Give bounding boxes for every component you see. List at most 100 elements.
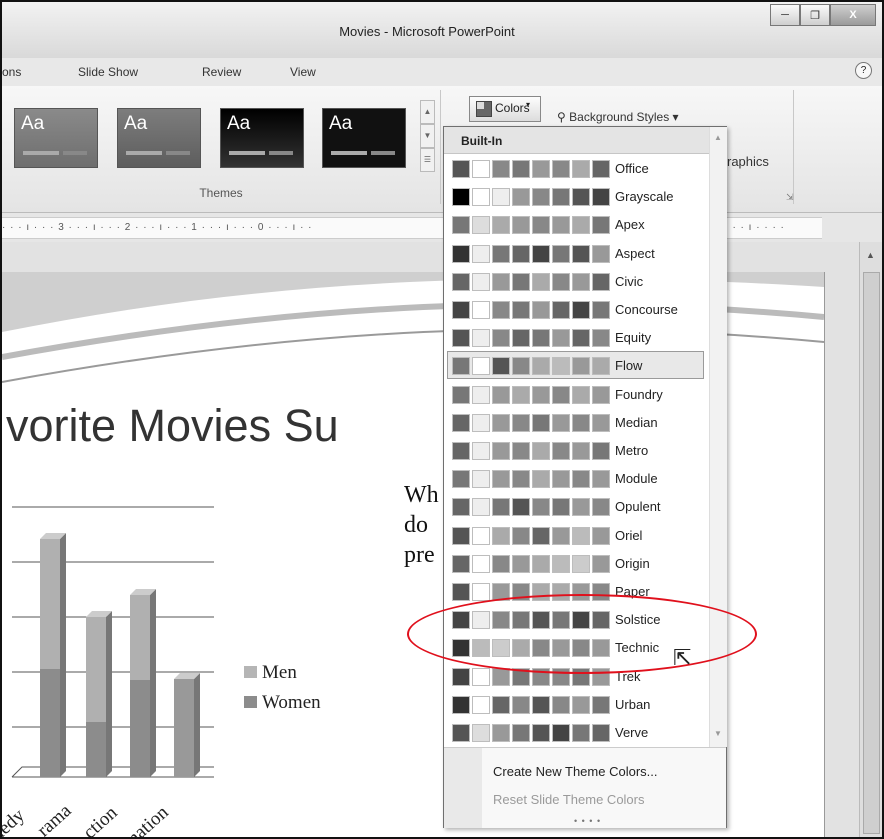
theme-colors-item-verve[interactable]: Verve [448, 719, 703, 745]
theme-colors-item-civic[interactable]: Civic [448, 268, 703, 294]
theme-colors-item-metro[interactable]: Metro [448, 437, 703, 463]
color-swatches [452, 498, 610, 517]
color-swatch [492, 160, 510, 178]
color-swatch [512, 470, 530, 489]
color-swatch [452, 357, 470, 376]
color-swatch [532, 442, 550, 460]
scroll-up-icon[interactable]: ▲ [866, 250, 875, 260]
theme-colors-item-concourse[interactable]: Concourse [448, 296, 703, 322]
bar-chart[interactable] [2, 477, 232, 807]
help-icon[interactable]: ? [855, 62, 872, 79]
theme-colors-item-opulent[interactable]: Opulent [448, 493, 703, 519]
color-swatch [592, 160, 610, 178]
close-button[interactable]: X [830, 4, 876, 26]
theme-colors-item-aspect[interactable]: Aspect [448, 240, 703, 266]
color-swatch [472, 583, 490, 601]
hide-background-graphics-label[interactable]: raphics [727, 154, 769, 169]
minimize-button[interactable]: ─ [770, 4, 800, 26]
color-swatches [452, 160, 610, 178]
color-swatch [552, 442, 570, 460]
color-swatch [472, 413, 490, 432]
color-swatches [452, 442, 610, 460]
theme-thumbnail-1[interactable]: Aa [14, 108, 98, 168]
color-swatch [472, 272, 490, 291]
color-swatch [512, 272, 530, 291]
tab-animations[interactable]: ons [2, 65, 21, 79]
theme-thumbnail-2[interactable]: Aa [117, 108, 201, 168]
theme-thumbnail-4[interactable]: Aa [322, 108, 406, 168]
tab-slide-show[interactable]: Slide Show [78, 65, 138, 79]
color-swatch [492, 498, 510, 517]
theme-colors-item-urban[interactable]: Urban [448, 691, 703, 717]
themes-gallery-scroll[interactable]: ▲ ▼ ☰ [420, 100, 435, 172]
colors-button[interactable]: Colors ▾ [469, 96, 541, 122]
color-swatch [472, 216, 490, 235]
color-swatch [512, 357, 530, 376]
color-swatch [492, 695, 510, 714]
restore-button[interactable]: ❐ [800, 4, 830, 26]
vertical-scrollbar[interactable]: ▲ [859, 242, 882, 837]
theme-colors-item-module[interactable]: Module [448, 465, 703, 491]
scroll-down-icon[interactable]: ▼ [714, 729, 722, 738]
theme-colors-name: Concourse [615, 302, 678, 317]
theme-colors-item-oriel[interactable]: Oriel [448, 522, 703, 548]
color-swatch [592, 244, 610, 263]
theme-colors-item-grayscale[interactable]: Grayscale [448, 183, 703, 209]
color-swatch [572, 470, 590, 489]
color-swatch [452, 244, 470, 263]
color-swatch [552, 160, 570, 178]
slide-body-text[interactable]: Wh do pre [404, 480, 439, 570]
color-swatch [572, 498, 590, 517]
background-styles-button[interactable]: ⚲ Background Styles ▾ [557, 110, 679, 124]
color-swatch [552, 188, 570, 207]
color-swatch [532, 470, 550, 489]
red-annotation-ellipse [407, 594, 757, 674]
color-swatch [452, 470, 470, 489]
color-swatch [532, 160, 550, 178]
color-swatch [452, 667, 470, 686]
create-new-theme-colors-item[interactable]: Create New Theme Colors... [493, 764, 658, 779]
color-swatch [492, 470, 510, 489]
theme-colors-name: Module [615, 471, 658, 487]
reset-slide-theme-colors-item[interactable]: Reset Slide Theme Colors [493, 792, 645, 807]
color-swatch [592, 724, 610, 742]
theme-colors-item-origin[interactable]: Origin [448, 550, 703, 576]
color-swatch [532, 272, 550, 291]
color-swatch [492, 301, 510, 319]
theme-colors-item-equity[interactable]: Equity [448, 324, 703, 350]
theme-colors-item-apex[interactable]: Apex [448, 211, 703, 237]
more-icon[interactable]: ☰ [420, 148, 435, 172]
theme-thumbnail-3[interactable]: Aa [220, 108, 304, 168]
color-swatch [592, 413, 610, 432]
theme-colors-item-flow[interactable]: Flow [447, 351, 704, 380]
resize-grip[interactable]: • • • • [574, 816, 601, 826]
color-swatch [572, 413, 590, 432]
window-controls: ─ ❐ X [770, 4, 876, 26]
theme-colors-item-office[interactable]: Office [448, 155, 703, 181]
scroll-up-icon[interactable]: ▲ [714, 133, 722, 142]
theme-colors-item-foundry[interactable]: Foundry [448, 381, 703, 407]
color-swatch [552, 554, 570, 573]
tab-view[interactable]: View [290, 65, 316, 79]
theme-colors-item-median[interactable]: Median [448, 409, 703, 435]
color-swatch [512, 442, 530, 460]
ribbon-design: Aa Aa Aa Aa ▲ ▼ ☰ Themes Colors ▾ ⚲ Back… [2, 86, 882, 213]
slide-title[interactable]: vorite Movies Su [6, 400, 339, 452]
chevron-down-icon[interactable]: ▼ [420, 124, 435, 148]
scrollbar-thumb[interactable] [863, 272, 880, 834]
category-label: nation [123, 801, 173, 839]
color-swatch [492, 272, 510, 291]
chevron-up-icon[interactable]: ▲ [420, 100, 435, 124]
color-swatch [512, 498, 530, 517]
color-swatch [532, 216, 550, 235]
color-swatch [572, 272, 590, 291]
tab-review[interactable]: Review [202, 65, 241, 79]
theme-colors-name: Grayscale [615, 189, 674, 205]
theme-colors-name: Verve [615, 725, 649, 740]
color-swatches [452, 188, 610, 207]
dialog-launcher-icon[interactable]: ⇲ [786, 192, 794, 203]
color-swatch [592, 498, 610, 517]
color-swatch [452, 329, 470, 348]
color-swatches [452, 413, 610, 432]
color-swatch [592, 272, 610, 291]
